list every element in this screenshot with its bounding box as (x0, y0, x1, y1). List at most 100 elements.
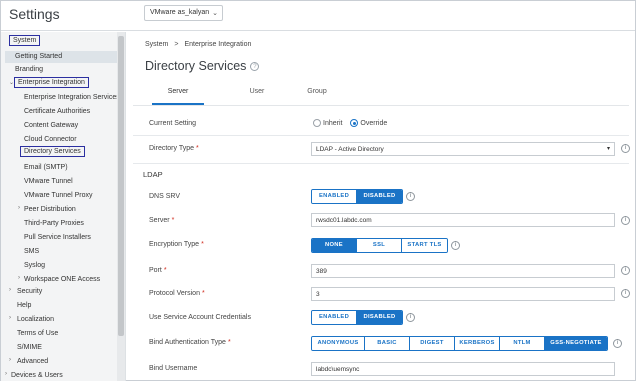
server-input[interactable]: rwsdc01.labdc.com (311, 213, 615, 227)
sidebar-item-peer-distribution[interactable]: Peer Distribution (24, 206, 76, 213)
chevron-right-icon[interactable] (18, 205, 20, 211)
sidebar-item-system[interactable]: System (9, 35, 41, 46)
bind-auth-anonymous-button[interactable]: ANONYMOUS (312, 337, 365, 350)
main-content: System > Enterprise Integration Directory … (127, 32, 635, 381)
sidebar-item-directory-services[interactable]: Directory Services (20, 146, 85, 157)
sidebar-item-label: SMS (24, 248, 40, 255)
sidebar-item-label: Content Gateway (24, 122, 79, 129)
dns-srv-disabled-button[interactable]: DISABLED (357, 190, 402, 203)
sidebar-item-terms-of-use[interactable]: Terms of Use (17, 330, 58, 337)
bind-auth-basic-button[interactable]: BASIC (365, 337, 410, 350)
protocol-version-label: Protocol Version * (149, 290, 205, 297)
required-asterisk: * (163, 267, 167, 274)
bind-auth-digest-button[interactable]: DIGEST (410, 337, 455, 350)
breadcrumb-enterprise-integration[interactable]: Enterprise Integration (184, 41, 251, 48)
sidebar-item-label: System (13, 37, 37, 44)
sidebar-item-label: Terms of Use (17, 330, 59, 337)
sidebar-item-third-party-proxies[interactable]: Third-Party Proxies (24, 220, 84, 227)
chevron-right-icon[interactable] (18, 275, 20, 281)
sidebar-item-email-smtp[interactable]: Email (SMTP) (24, 164, 68, 171)
sidebar-item-content-gateway[interactable]: Content Gateway (24, 122, 78, 129)
info-icon[interactable]: i (406, 313, 415, 322)
use-service-account-toggle: ENABLED DISABLED (311, 310, 403, 325)
server-label-text: Server (149, 217, 170, 224)
encryption-start-tls-button[interactable]: START TLS (402, 239, 447, 252)
bind-auth-gss-negotiate-button[interactable]: GSS-NEGOTIATE (545, 337, 607, 350)
required-asterisk: * (171, 217, 175, 224)
sidebar-item-syslog[interactable]: Syslog (24, 262, 45, 269)
sidebar-item-label: Help (17, 302, 32, 309)
radio-override[interactable]: Override (350, 119, 387, 127)
info-icon[interactable]: i (621, 144, 630, 153)
sidebar-item-label: Security (17, 288, 43, 295)
divider (133, 135, 629, 136)
info-icon[interactable]: i (621, 216, 630, 225)
encryption-ssl-button[interactable]: SSL (357, 239, 402, 252)
sidebar-item-smime[interactable]: S/MIME (17, 344, 42, 351)
radio-circle (313, 119, 321, 127)
sidebar-item-pull-service-installers[interactable]: Pull Service Installers (24, 234, 91, 241)
breadcrumb-system[interactable]: System (145, 41, 168, 48)
sidebar-item-getting-started[interactable]: Getting Started (5, 51, 117, 63)
sidebar-item-security[interactable]: Security (17, 288, 42, 295)
required-asterisk: * (227, 339, 231, 346)
sidebar-item-workspace-one-access[interactable]: Workspace ONE Access (24, 276, 100, 283)
tab-user[interactable]: User (237, 88, 277, 95)
info-icon[interactable]: i (613, 339, 622, 348)
chevron-down-icon: ⌄ (212, 10, 218, 17)
sidebar-item-localization[interactable]: Localization (17, 316, 54, 323)
sidebar-item-label: Email (SMTP) (24, 164, 68, 171)
highlight-box: Directory Services (20, 146, 85, 157)
service-account-enabled-button[interactable]: ENABLED (312, 311, 357, 324)
encryption-none-button[interactable]: NONE (312, 239, 357, 252)
bind-auth-ntlm-button[interactable]: NTLM (500, 337, 545, 350)
chevron-down-icon: ▾ (606, 146, 610, 152)
sidebar-item-enterprise-integration[interactable]: Enterprise Integration (14, 77, 89, 88)
current-setting-label: Current Setting (149, 120, 197, 127)
protocol-version-label-text: Protocol Version (149, 290, 200, 297)
sidebar-item-vmware-tunnel[interactable]: VMware Tunnel (24, 178, 73, 185)
bind-username-label: Bind Username (149, 365, 198, 372)
info-icon[interactable]: i (621, 289, 630, 298)
chevron-right-icon[interactable] (9, 287, 11, 293)
sidebar-scrollbar[interactable] (117, 32, 125, 381)
info-icon[interactable]: i (621, 266, 630, 275)
sidebar-scrollbar-thumb[interactable] (118, 36, 124, 336)
chevron-right-icon[interactable] (9, 357, 11, 363)
bind-auth-type-toggle: ANONYMOUS BASIC DIGEST KERBEROS NTLM GSS… (311, 336, 608, 351)
use-service-account-label: Use Service Account Credentials (149, 314, 251, 321)
sidebar-item-label: VMware Tunnel Proxy (24, 192, 93, 199)
sidebar-item-label: Advanced (17, 358, 49, 365)
dns-srv-enabled-button[interactable]: ENABLED (312, 190, 357, 203)
tab-server[interactable]: Server (152, 88, 204, 95)
tab-group[interactable]: Group (295, 88, 339, 95)
sidebar-item-sms[interactable]: SMS (24, 248, 39, 255)
sidebar-item-enterprise-integration-services[interactable]: Enterprise Integration Services (24, 94, 120, 101)
protocol-version-input[interactable]: 3 (311, 287, 615, 301)
port-input[interactable]: 389 (311, 264, 615, 278)
help-icon[interactable]: ? (250, 62, 260, 72)
sidebar-item-help[interactable]: Help (17, 302, 31, 309)
info-icon[interactable]: i (451, 241, 460, 250)
directory-type-label: Directory Type * (149, 145, 199, 152)
info-icon[interactable]: i (406, 192, 415, 201)
bind-username-input[interactable]: labdc\uemsync (311, 362, 615, 376)
sidebar-item-vmware-tunnel-proxy[interactable]: VMware Tunnel Proxy (24, 192, 92, 199)
organization-group-selector[interactable]: VMware as_kalyan ⌄ (144, 5, 223, 21)
chevron-right-icon[interactable] (9, 315, 11, 321)
sidebar-item-devices-users[interactable]: Devices & Users (11, 372, 63, 379)
chevron-right-icon[interactable] (5, 371, 7, 377)
radio-inherit[interactable]: Inherit (313, 119, 342, 127)
required-asterisk: * (201, 290, 205, 297)
directory-type-select[interactable]: LDAP - Active Directory ▾ (311, 142, 615, 156)
encryption-type-label-text: Encryption Type (149, 241, 200, 248)
bind-auth-kerberos-button[interactable]: KERBEROS (455, 337, 500, 350)
organization-group-label: VMware as_kalyan (150, 9, 210, 16)
sidebar-item-advanced[interactable]: Advanced (17, 358, 48, 365)
directory-type-label-text: Directory Type (149, 145, 194, 152)
sidebar-item-cloud-connector[interactable]: Cloud Connector (24, 136, 77, 143)
sidebar-item-label: Certificate Authorities (24, 108, 91, 115)
sidebar-item-certificate-authorities[interactable]: Certificate Authorities (24, 108, 90, 115)
service-account-disabled-button[interactable]: DISABLED (357, 311, 402, 324)
sidebar-item-branding[interactable]: Branding (15, 66, 43, 73)
